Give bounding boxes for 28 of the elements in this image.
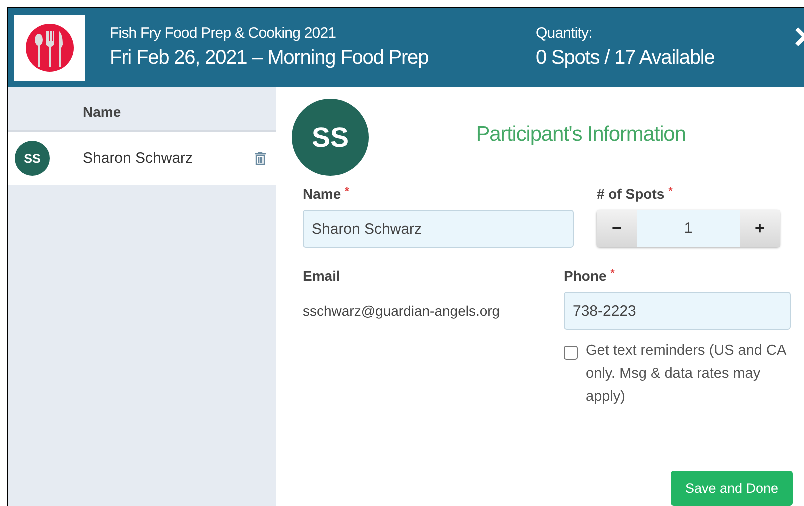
email-value: sschwarz@guardian-angels.org: [303, 303, 502, 319]
utensils-icon: [24, 22, 74, 72]
avatar: SS: [15, 141, 50, 176]
required-mark: *: [610, 268, 615, 280]
section-title: Participant's Information: [475, 123, 687, 147]
reminder-checkbox[interactable]: [564, 346, 578, 360]
avatar: SS: [292, 99, 369, 176]
trash-icon[interactable]: [255, 152, 266, 165]
increment-button[interactable]: +: [740, 210, 780, 247]
participant-name: Sharon Schwarz: [83, 150, 194, 167]
required-mark: *: [345, 186, 350, 198]
event-title: Fish Fry Food Prep & Cooking 2021: [110, 25, 338, 42]
quantity-label: Quantity:: [536, 25, 594, 42]
decrement-button[interactable]: −: [597, 210, 637, 247]
field-label: Email: [303, 268, 342, 284]
field-label: Phone *: [564, 268, 616, 284]
field-label: # of Spots *: [597, 186, 674, 202]
quantity-value: 0 Spots / 17 Available: [536, 47, 716, 70]
reminder-label: Get text reminders (US and CA only. Msg & data rates may apply): [586, 342, 788, 407]
field-label: Name *: [303, 186, 350, 202]
column-header: Name: [83, 104, 122, 120]
spots-field[interactable]: 1: [637, 210, 740, 247]
name-field[interactable]: Sharon Schwarz: [303, 210, 574, 248]
participant-row[interactable]: SS Sharon Schwarz: [8, 132, 276, 185]
close-icon[interactable]: [795, 27, 804, 47]
phone-field[interactable]: 738-2223: [564, 292, 791, 330]
required-mark: *: [668, 186, 673, 198]
slot-title: Fri Feb 26, 2021 – Morning Food Prep: [110, 47, 430, 70]
